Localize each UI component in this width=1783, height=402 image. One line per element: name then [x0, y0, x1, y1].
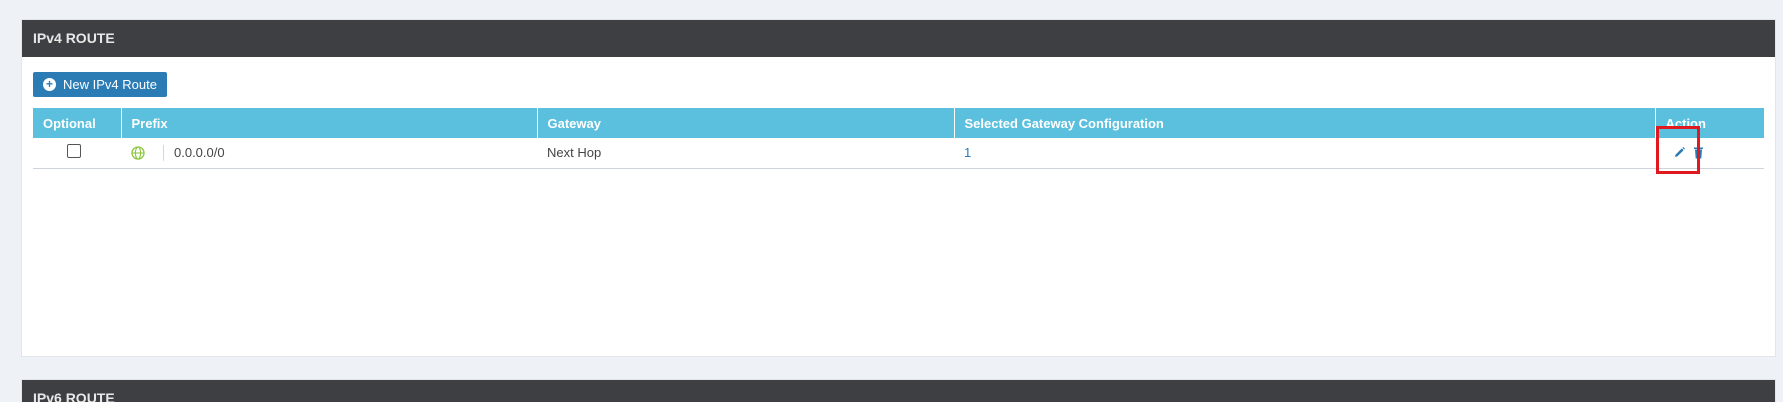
selected-gateway-configuration-cell: 1: [954, 138, 1655, 169]
ipv6-route-panel: IPv6 ROUTE: [21, 379, 1776, 402]
action-cell: [1655, 138, 1764, 169]
column-header-optional[interactable]: Optional: [33, 108, 122, 138]
optional-checkbox[interactable]: [67, 144, 81, 159]
table-row: 0.0.0.0/0 Next Hop 1: [33, 138, 1764, 169]
globe-icon: [131, 146, 145, 160]
column-header-action: Action: [1655, 108, 1764, 138]
ipv4-route-table: Optional Prefix Gateway Selected Gateway…: [33, 108, 1764, 169]
pencil-icon[interactable]: [1673, 146, 1686, 159]
column-header-gateway[interactable]: Gateway: [537, 108, 955, 138]
new-ipv4-route-button[interactable]: + New IPv4 Route: [33, 72, 167, 97]
table-header-row: Optional Prefix Gateway Selected Gateway…: [33, 108, 1764, 138]
ipv4-route-panel: IPv4 ROUTE + New IPv4 Route Optional Pre…: [21, 19, 1776, 357]
new-ipv4-route-label: New IPv4 Route: [63, 77, 157, 92]
column-header-selected-gateway-configuration[interactable]: Selected Gateway Configuration: [954, 108, 1656, 138]
ipv6-route-panel-title: IPv6 ROUTE: [22, 380, 1775, 402]
ipv4-route-panel-title: IPv4 ROUTE: [22, 20, 1775, 57]
gateway-cell: Next Hop: [537, 138, 954, 169]
prefix-cell: 0.0.0.0/0: [121, 138, 537, 169]
selected-gateway-configuration-link[interactable]: 1: [964, 145, 971, 160]
trash-icon[interactable]: [1692, 146, 1705, 159]
optional-cell: [33, 138, 121, 169]
plus-circle-icon: +: [43, 78, 56, 91]
prefix-value: 0.0.0.0/0: [174, 145, 225, 161]
column-header-prefix[interactable]: Prefix: [121, 108, 538, 138]
prefix-divider: [163, 144, 164, 161]
